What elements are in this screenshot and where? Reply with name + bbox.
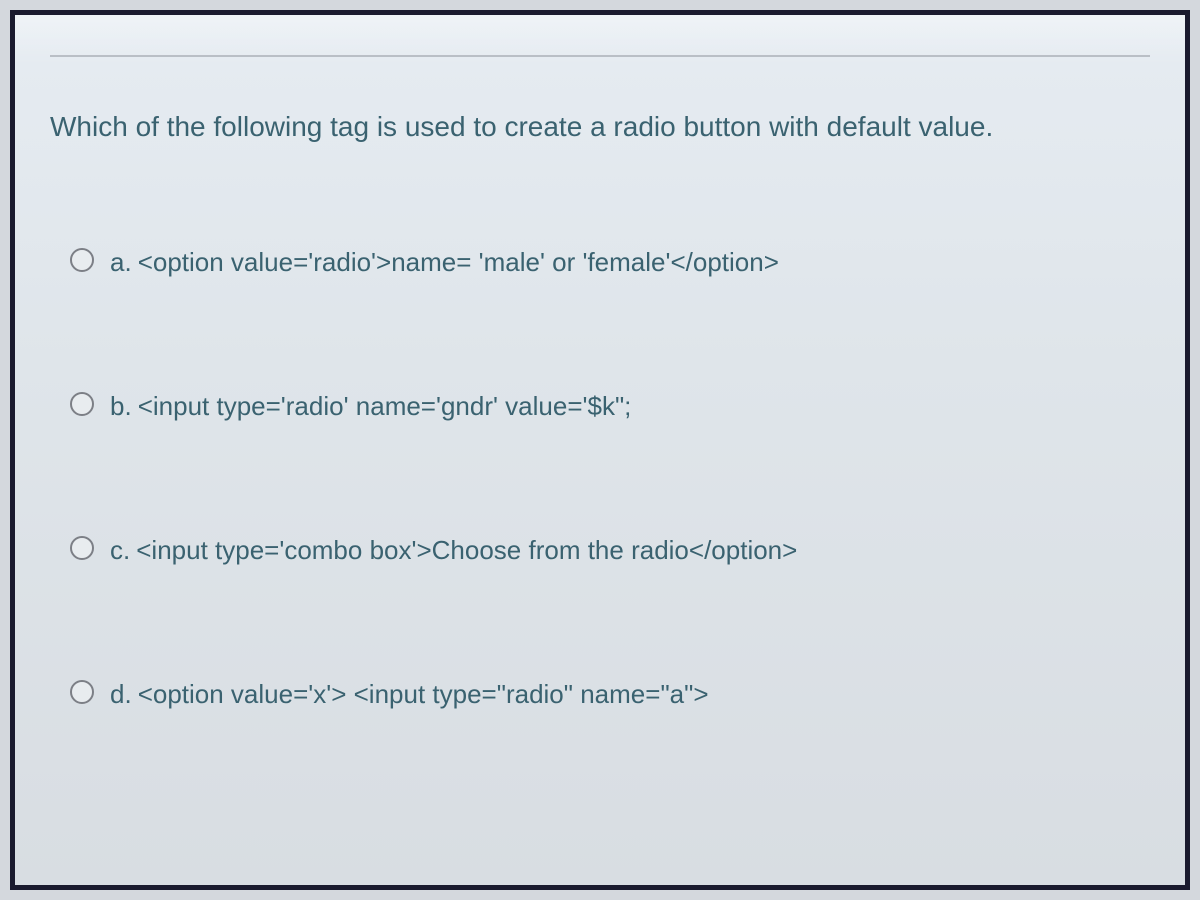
option-a-label: a.	[110, 247, 132, 278]
radio-icon[interactable]	[70, 680, 94, 704]
option-c-text: <input type='combo box'>Choose from the …	[136, 534, 797, 568]
options-list: a. <option value='radio'>name= 'male' or…	[50, 246, 1150, 711]
option-b[interactable]: b. <input type='radio' name='gndr' value…	[70, 390, 1150, 424]
option-a-content: a. <option value='radio'>name= 'male' or…	[110, 246, 779, 280]
option-c-label: c.	[110, 535, 130, 566]
option-c[interactable]: c. <input type='combo box'>Choose from t…	[70, 534, 1150, 568]
option-d-content: d. <option value='x'> <input type="radio…	[110, 678, 709, 712]
option-b-label: b.	[110, 391, 132, 422]
question-text: Which of the following tag is used to cr…	[50, 107, 1150, 146]
radio-icon[interactable]	[70, 248, 94, 272]
option-d[interactable]: d. <option value='x'> <input type="radio…	[70, 678, 1150, 712]
screen-glare	[15, 15, 1185, 65]
option-d-label: d.	[110, 679, 132, 710]
top-divider	[50, 55, 1150, 57]
radio-icon[interactable]	[70, 392, 94, 416]
option-b-content: b. <input type='radio' name='gndr' value…	[110, 390, 631, 424]
option-a[interactable]: a. <option value='radio'>name= 'male' or…	[70, 246, 1150, 280]
option-b-text: <input type='radio' name='gndr' value='$…	[138, 390, 632, 424]
radio-icon[interactable]	[70, 536, 94, 560]
option-a-text: <option value='radio'>name= 'male' or 'f…	[138, 246, 779, 280]
option-d-text: <option value='x'> <input type="radio" n…	[138, 678, 709, 712]
option-c-content: c. <input type='combo box'>Choose from t…	[110, 534, 797, 568]
quiz-frame: Which of the following tag is used to cr…	[10, 10, 1190, 890]
